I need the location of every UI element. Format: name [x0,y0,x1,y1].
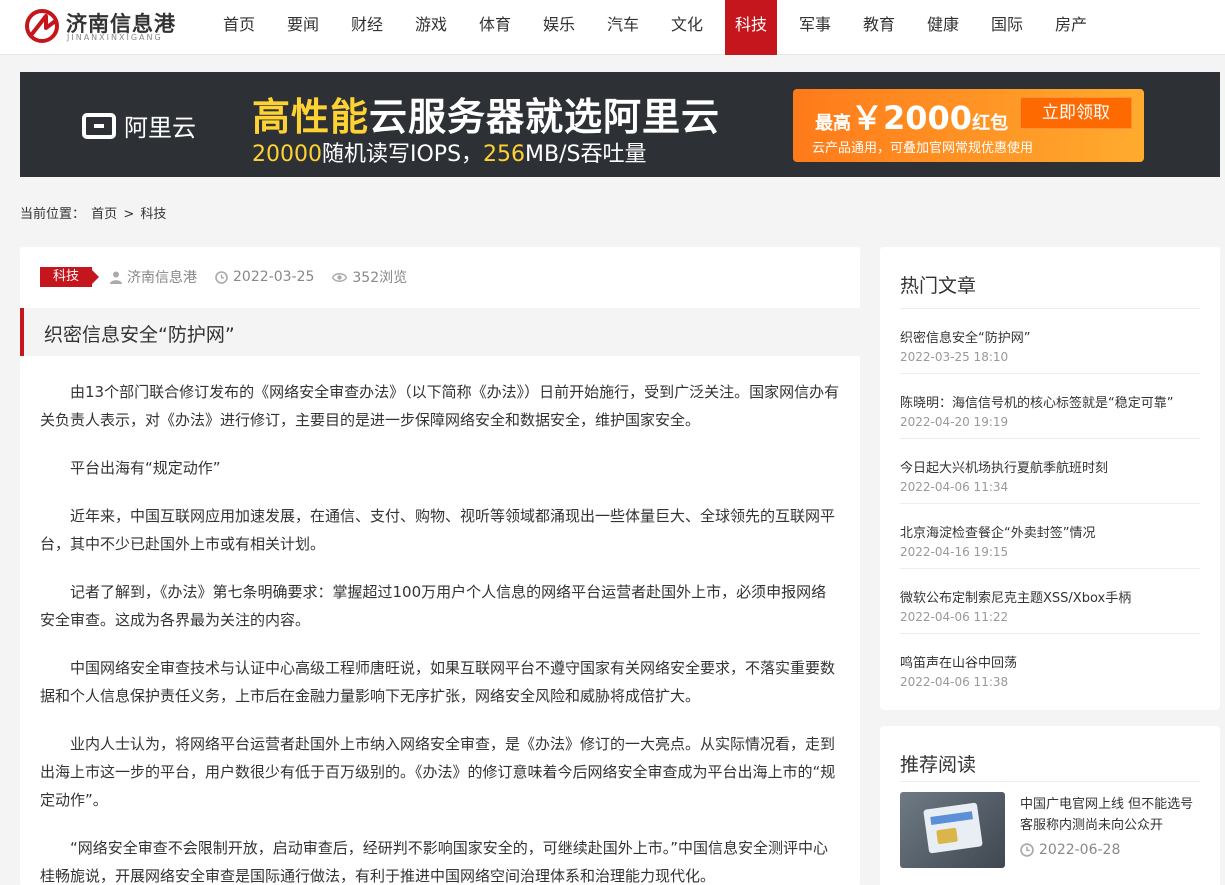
hot-article-date: 2022-04-06 11:22 [900,610,1009,624]
recommended-panel: 推荐阅读 中国广电官网上线 但不能选号 客服称内测尚未向公众开 2022-06-… [880,726,1220,885]
nav-item-tech[interactable]: 科技 [725,0,777,55]
article-card: 科技 济南信息港 2022-03-25 352浏览 织密信息安全“防护网” 由1… [20,247,860,885]
clock-icon [1020,843,1034,857]
aliyun-logo: 阿里云 [82,108,196,143]
hot-article-date: 2022-03-25 18:10 [900,350,1009,364]
hot-article-date: 2022-04-16 19:15 [900,545,1009,559]
list-item[interactable]: 陈晓明：海信信号机的核心标签就是“稳定可靠” 2022-04-20 19:19 [900,374,1200,439]
ad-promo-amount: 最高￥2000红包 [815,93,1008,139]
article-author: 济南信息港 [110,267,197,287]
date-text: 2022-03-25 [233,269,315,285]
article-paragraph: 由13个部门联合修订发布的《网络安全审查办法》（以下简称《办法》）日前开始施行，… [40,383,840,429]
date-text: 2022-06-28 [1039,842,1121,858]
ad-promo-prefix: 最高 [815,113,851,134]
article-body: 由13个部门联合修订发布的《网络安全审查办法》（以下简称《办法》）日前开始施行，… [40,378,840,885]
recommended-title: 推荐阅读 [900,754,977,776]
list-item[interactable]: 织密信息安全“防护网” 2022-03-25 18:10 [900,309,1200,374]
list-item[interactable]: 中国广电官网上线 但不能选号 客服称内测尚未向公众开 2022-06-28 [900,782,1200,882]
category-tag[interactable]: 科技 [40,267,100,287]
nav-item-realestate[interactable]: 房产 [1039,0,1103,55]
article-paragraph: 记者了解到，《办法》第七条明确要求：掌握超过100万用户个人信息的网络平台运营者… [40,583,827,629]
breadcrumb-separator: > [123,207,135,222]
user-icon [110,271,123,284]
article-paragraph: 平台出海有“规定动作” [70,459,221,477]
article-paragraph: 中国网络安全审查技术与认证中心高级工程师唐旺说，如果互联网平台不遵守国家有关网络… [40,659,836,705]
recommended-article-date: 2022-06-28 [1020,842,1120,858]
nav-item-international[interactable]: 国际 [975,0,1039,55]
nav-item-entertainment[interactable]: 娱乐 [527,0,591,55]
logo-icon [25,9,59,43]
hot-article-date: 2022-04-20 19:19 [900,415,1009,429]
article-paragraph: “网络安全审查不会限制开放，启动审查后，经研判不影响国家安全的，可继续赴国外上市… [40,839,829,885]
aliyun-logo-icon [82,112,116,139]
ad-sub-text1: 随机读写IOPS， [322,142,484,167]
article-date: 2022-03-25 [215,269,314,285]
site-pinyin: JINANXINXIGANG [67,33,163,42]
nav-item-culture[interactable]: 文化 [655,0,719,55]
ad-sub-num1: 20000 [252,142,322,167]
nav-item-sports[interactable]: 体育 [463,0,527,55]
list-item[interactable]: 微软公布定制索尼克主题XSS/Xbox手柄 2022-04-06 11:22 [900,569,1200,634]
article-title: 织密信息安全“防护网” [44,324,235,346]
aliyun-brand: 阿里云 [124,114,196,142]
ad-headline: 高性能云服务器就选阿里云 [252,86,720,141]
breadcrumb-current[interactable]: 科技 [140,207,166,222]
nav-item-education[interactable]: 教育 [847,0,911,55]
nav-item-news[interactable]: 要闻 [271,0,335,55]
hot-articles-panel: 热门文章 织密信息安全“防护网” 2022-03-25 18:10 陈晓明：海信… [880,247,1220,710]
hot-article-title[interactable]: 陈晓明：海信信号机的核心标签就是“稳定可靠” [900,394,1200,414]
ad-sub-text2: MB/S吞吐量 [525,142,647,167]
hot-article-date: 2022-04-06 11:38 [900,675,1009,689]
hot-article-title[interactable]: 今日起大兴机场执行夏航季航班时刻 [900,459,1200,479]
list-item[interactable]: 北京海淀检查餐企“外卖封签”情况 2022-04-16 19:15 [900,504,1200,569]
author-name: 济南信息港 [127,270,198,286]
ad-banner[interactable]: 阿里云 高性能云服务器就选阿里云 20000随机读写IOPS，256MB/S吞吐… [20,72,1220,177]
breadcrumb-prefix: 当前位置： [20,207,86,222]
ad-promo-value: ￥2000 [851,99,973,137]
hot-articles-list: 织密信息安全“防护网” 2022-03-25 18:10 陈晓明：海信信号机的核… [900,308,1200,698]
hot-article-title[interactable]: 北京海淀检查餐企“外卖封签”情况 [900,524,1200,544]
recommended-list: 中国广电官网上线 但不能选号 客服称内测尚未向公众开 2022-06-28 [900,781,1200,882]
nav-item-military[interactable]: 军事 [783,0,847,55]
nav-item-home[interactable]: 首页 [207,0,271,55]
ad-promo-suffix: 红包 [972,113,1009,134]
article-paragraph: 业内人士认为，将网络平台运营者赴国外上市纳入网络安全审查，是《办法》修订的一大亮… [40,735,836,809]
ad-promo-box[interactable]: 最高￥2000红包 立即领取 云产品通用，可叠加官网常规优惠使用 [793,89,1144,162]
nav-item-finance[interactable]: 财经 [335,0,399,55]
recommended-thumbnail[interactable] [900,792,1005,868]
recommended-article-title[interactable]: 中国广电官网上线 但不能选号 客服称内测尚未向公众开 [1020,794,1200,836]
clock-icon [215,270,228,284]
claim-button[interactable]: 立即领取 [1020,97,1132,129]
article-paragraph: 近年来，中国互联网应用加速发展，在通信、支付、购物、视听等领域都涌现出一些体量巨… [40,507,836,553]
main-nav: 首页 要闻 财经 游戏 体育 娱乐 汽车 文化 科技 军事 教育 健康 国际 房… [207,0,1103,55]
list-item[interactable]: 今日起大兴机场执行夏航季航班时刻 2022-04-06 11:34 [900,439,1200,504]
ad-headline-rest: 云服务器就选阿里云 [369,95,721,139]
list-item[interactable]: 鸣笛声在山谷中回荡 2022-04-06 11:38 [900,634,1200,698]
article-meta: 科技 济南信息港 2022-03-25 352浏览 [40,266,425,288]
nav-item-health[interactable]: 健康 [911,0,975,55]
nav-item-auto[interactable]: 汽车 [591,0,655,55]
views-text: 352浏览 [352,270,408,286]
article-views: 352浏览 [332,267,407,287]
ad-promo-note: 云产品通用，可叠加官网常规优惠使用 [812,141,1034,156]
site-logo[interactable]: 济南信息港 JINANXINXIGANG [24,6,175,46]
ad-subline: 20000随机读写IOPS，256MB/S吞吐量 [252,136,647,168]
hot-articles-title: 热门文章 [900,275,977,297]
breadcrumb-home[interactable]: 首页 [91,207,117,222]
hot-article-title[interactable]: 鸣笛声在山谷中回荡 [900,654,1200,674]
ad-headline-highlight: 高性能 [252,95,370,139]
hot-article-date: 2022-04-06 11:34 [900,480,1009,494]
sim-card-image [923,802,983,854]
hot-article-title[interactable]: 微软公布定制索尼克主题XSS/Xbox手柄 [900,589,1200,609]
hot-article-title[interactable]: 织密信息安全“防护网” [900,329,1200,349]
nav-item-games[interactable]: 游戏 [399,0,463,55]
site-header: 济南信息港 JINANXINXIGANG 首页 要闻 财经 游戏 体育 娱乐 汽… [0,0,1225,55]
ad-sub-num2: 256 [483,142,526,167]
eye-icon [332,272,348,282]
article-title-bar: 织密信息安全“防护网” [20,308,860,356]
breadcrumb: 当前位置： 首页 > 科技 [20,203,168,222]
